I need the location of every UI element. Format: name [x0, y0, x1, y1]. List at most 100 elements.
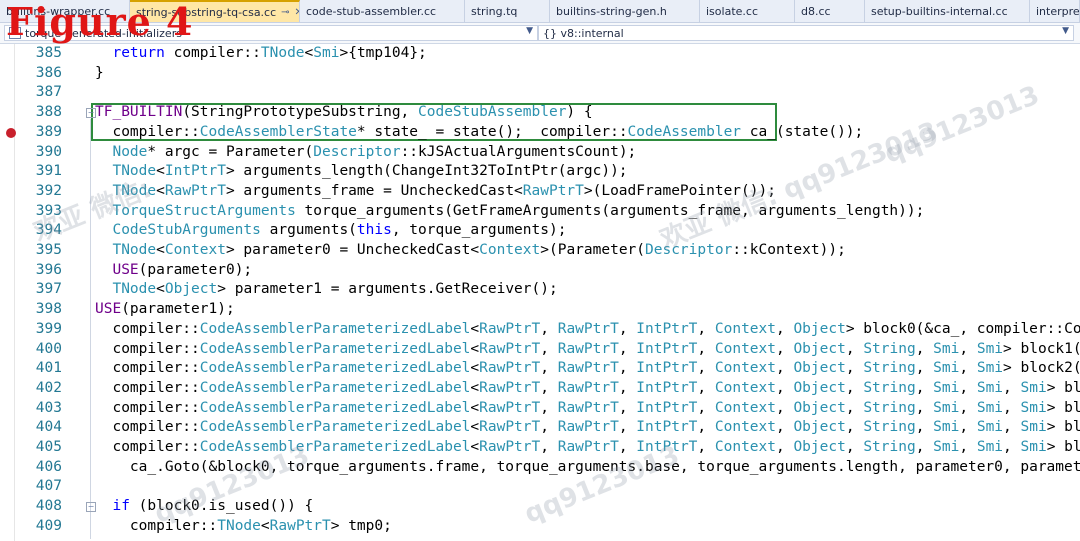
code-token: >(LoadFramePointer());: [583, 182, 776, 199]
code-token: RawPtrT: [479, 439, 541, 455]
code-line[interactable]: 399 compiler::CodeAssemblerParameterized…: [0, 320, 1080, 340]
code-line[interactable]: 387: [0, 83, 1080, 103]
code-line[interactable]: 389 compiler::CodeAssemblerState* state_…: [0, 123, 1080, 143]
code-token: * state_ = state(); compiler::: [356, 123, 628, 140]
code-line[interactable]: 405 compiler::CodeAssemblerParameterized…: [0, 438, 1080, 458]
tab-4[interactable]: builtins-string-gen.h: [550, 0, 700, 22]
line-number: 388: [35, 104, 62, 121]
code-line[interactable]: 401 compiler::CodeAssemblerParameterized…: [0, 359, 1080, 379]
code-token: RawPtrT: [522, 182, 584, 199]
code-line[interactable]: 391 TNode<IntPtrT> arguments_length(Chan…: [0, 162, 1080, 182]
code-text: if (block0.is_used()) {: [95, 497, 313, 517]
tab-5[interactable]: isolate.cc: [700, 0, 795, 22]
code-token: ,: [845, 399, 864, 416]
code-token: ) {: [566, 104, 593, 121]
code-line[interactable]: 388− TF_BUILTIN(StringPrototypeSubstring,…: [0, 103, 1080, 123]
code-text: compiler::CodeAssemblerParameterizedLabe…: [95, 418, 1080, 438]
code-token: ,: [959, 360, 977, 377]
code-token: CodeStubAssembler: [418, 104, 567, 121]
tab-7[interactable]: setup-builtins-internal.cc: [865, 0, 1030, 22]
code-line[interactable]: 386}: [0, 64, 1080, 84]
code-line[interactable]: 408− if (block0.is_used()) {: [0, 497, 1080, 517]
code-token: > block1(&c: [1003, 340, 1080, 357]
code-token: > parameter1 = arguments.GetReceiver();: [217, 281, 558, 298]
code-token: Context: [714, 439, 776, 455]
code-text: compiler::CodeAssemblerParameterizedLabe…: [95, 379, 1080, 399]
code-token: compiler::: [112, 399, 200, 416]
code-token: compiler::: [112, 123, 200, 140]
code-text: compiler::CodeAssemblerParameterizedLabe…: [95, 359, 1080, 379]
line-number: 398: [35, 301, 62, 318]
tab-6[interactable]: d8.cc: [795, 0, 865, 22]
code-token: }: [95, 64, 104, 81]
code-token: if: [112, 498, 130, 515]
code-token: return: [112, 45, 165, 61]
code-token: <: [156, 281, 165, 298]
code-text: compiler::CodeAssemblerParameterizedLabe…: [95, 340, 1080, 360]
code-line[interactable]: 402 compiler::CodeAssemblerParameterized…: [0, 379, 1080, 399]
code-token: compiler::: [112, 320, 200, 337]
code-token: (block0.is_used()) {: [129, 498, 314, 515]
code-token: ,: [540, 419, 558, 436]
code-token: Smi: [313, 45, 340, 61]
code-token: <: [470, 419, 480, 436]
code-token: RawPtrT: [557, 419, 619, 436]
code-token: Object: [793, 439, 846, 455]
code-line[interactable]: 397 TNode<Object> parameter1 = arguments…: [0, 280, 1080, 300]
breakpoint-icon[interactable]: [6, 127, 16, 138]
code-token: Descriptor: [645, 242, 733, 258]
code-token: compiler::: [112, 379, 200, 396]
code-line[interactable]: 407: [0, 477, 1080, 497]
code-text: TorqueStructArguments torque_arguments(G…: [95, 202, 924, 222]
line-number: 409: [35, 517, 62, 534]
code-token: compiler::: [129, 517, 218, 534]
code-token: * argc = Parameter(: [147, 143, 314, 160]
line-number: 399: [35, 320, 62, 337]
code-token: Object: [793, 320, 846, 337]
code-line[interactable]: 403 compiler::CodeAssemblerParameterized…: [0, 399, 1080, 419]
code-text: compiler::CodeAssemblerParameterizedLabe…: [95, 320, 1080, 340]
code-token: RawPtrT: [557, 439, 619, 455]
code-token: ,: [1003, 379, 1021, 396]
code-line[interactable]: 392 TNode<RawPtrT> arguments_frame = Unc…: [0, 182, 1080, 202]
code-line[interactable]: 398 USE(parameter1);: [0, 300, 1080, 320]
code-token: (parameter1);: [121, 301, 235, 318]
code-token: ,: [540, 360, 558, 377]
tab-label: setup-builtins-internal.cc: [871, 4, 1008, 18]
code-token: RawPtrT: [557, 340, 619, 357]
code-editor[interactable]: 385 return compiler::TNode<Smi>{tmp104};…: [0, 44, 1080, 541]
code-line[interactable]: 396 USE(parameter0);: [0, 261, 1080, 281]
code-token: > bloc: [1046, 399, 1080, 416]
code-token: ca_(state());: [741, 123, 864, 140]
tab-8[interactable]: interpreter: [1030, 0, 1080, 22]
code-line[interactable]: 385 return compiler::TNode<Smi>{tmp104};: [0, 44, 1080, 64]
code-token: RawPtrT: [557, 360, 619, 377]
code-token: IntPtrT: [636, 399, 698, 416]
pin-icon[interactable]: ⊸: [281, 7, 289, 18]
code-token: Object: [793, 340, 846, 357]
code-line[interactable]: 406 ca_.Goto(&block0, torque_arguments.f…: [0, 458, 1080, 478]
code-token: ,: [915, 399, 934, 416]
code-token: ,: [618, 340, 637, 357]
code-token: String: [863, 399, 916, 416]
code-line[interactable]: 400 compiler::CodeAssemblerParameterized…: [0, 340, 1080, 360]
code-token: <: [156, 163, 165, 180]
code-line[interactable]: 390 Node* argc = Parameter(Descriptor::k…: [0, 143, 1080, 163]
code-line[interactable]: 404 compiler::CodeAssemblerParameterized…: [0, 418, 1080, 438]
tab-2[interactable]: code-stub-assembler.cc: [300, 0, 465, 22]
code-token: arguments(: [260, 222, 357, 239]
code-line[interactable]: 409 compiler::TNode<RawPtrT> tmp0;: [0, 517, 1080, 537]
tab-3[interactable]: string.tq: [465, 0, 550, 22]
code-token: Smi: [933, 439, 960, 455]
code-token: Object: [793, 399, 846, 416]
code-token: ,: [1003, 439, 1021, 455]
code-token: compiler::: [112, 340, 200, 357]
code-line[interactable]: 393 TorqueStructArguments torque_argumen…: [0, 202, 1080, 222]
code-line[interactable]: 394 CodeStubArguments arguments(this, to…: [0, 221, 1080, 241]
code-line[interactable]: 395 TNode<Context> parameter0 = Unchecke…: [0, 241, 1080, 261]
scope-dropdown-right[interactable]: {} v8::internal ▼: [538, 25, 1074, 41]
